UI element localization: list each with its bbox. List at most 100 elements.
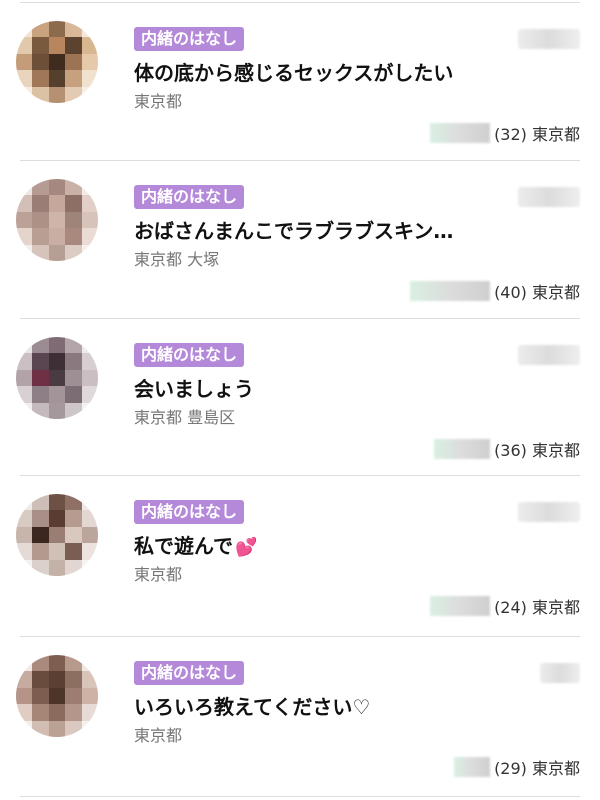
post-title[interactable]: 会いましょう — [134, 375, 574, 403]
category-badge: 内緒のはなし — [134, 500, 245, 524]
avatar-pixel — [81, 369, 98, 387]
avatar-pixel — [16, 543, 33, 560]
list-item[interactable]: 内緒のはなし いろいろ教えてください♡ 東京都 (29) 東京都 — [0, 637, 600, 794]
avatar-pixel — [65, 559, 82, 576]
avatar-pixel — [48, 369, 66, 387]
avatar-pixel — [32, 70, 49, 87]
avatar-pixel — [32, 228, 49, 245]
avatar-pixel — [65, 353, 82, 370]
avatar-pixel — [81, 720, 98, 737]
username-blurred — [410, 281, 491, 301]
avatar-pixel — [81, 244, 98, 261]
avatar-pixel — [81, 559, 98, 576]
avatar-pixel — [81, 179, 98, 196]
avatar-pixel — [48, 211, 66, 229]
avatar-pixel — [65, 402, 82, 419]
category-badge: 内緒のはなし — [134, 343, 245, 367]
avatar-pixel — [81, 510, 98, 527]
avatar-pixel — [48, 526, 66, 544]
avatar-pixel — [32, 720, 49, 737]
avatar-pixel — [81, 21, 98, 38]
avatar-pixel — [65, 720, 82, 737]
avatar-pixel — [32, 704, 49, 721]
list-item[interactable]: 内緒のはなし 私で遊んで 💕 東京都 (24) 東京都 — [0, 476, 600, 633]
avatar-pixel — [48, 21, 66, 38]
avatar-pixel — [48, 510, 66, 527]
post-title[interactable]: いろいろ教えてください♡ — [134, 693, 574, 721]
avatar-pixel — [65, 526, 82, 544]
post-title[interactable]: おばさんまんこでラブラブスキン… — [134, 217, 574, 245]
avatar-pixel — [65, 369, 82, 387]
avatar-pixel — [16, 687, 33, 705]
avatar-pixel — [32, 543, 49, 560]
list-item[interactable]: 内緒のはなし 会いましょう 東京都 豊島区 (36) 東京都 — [0, 319, 600, 476]
avatar-pixel — [32, 510, 49, 527]
avatar-pixel — [65, 337, 82, 354]
avatar-pixel — [32, 337, 49, 354]
avatar-pixel — [81, 386, 98, 403]
avatar-pixel — [32, 494, 49, 511]
avatar-pixel — [81, 86, 98, 103]
avatar-pixel — [48, 402, 66, 419]
timestamp-blurred — [518, 29, 580, 49]
avatar-pixel — [65, 704, 82, 721]
avatar-pixel — [16, 21, 33, 38]
avatar-pixel — [48, 559, 66, 576]
post-location: 東京都 — [134, 92, 183, 111]
avatar-pixel — [65, 671, 82, 688]
avatar-pixel — [65, 655, 82, 672]
avatar-pixel — [48, 86, 66, 103]
post-location: 東京都 豊島区 — [134, 408, 236, 427]
avatar-pixel — [16, 86, 33, 103]
avatar-pixel — [16, 195, 33, 212]
timestamp-blurred — [540, 663, 580, 683]
post-location: 東京都 — [134, 726, 183, 745]
avatar-pixel — [65, 70, 82, 87]
avatar-pixel — [32, 211, 49, 229]
avatar-pixel — [65, 543, 82, 560]
post-title[interactable]: 体の底から感じるセックスがしたい — [134, 59, 574, 87]
avatar-pixel — [81, 53, 98, 71]
avatar-pixel — [48, 687, 66, 705]
avatar-pixel — [32, 353, 49, 370]
username-blurred — [454, 757, 491, 777]
avatar-pixel — [16, 704, 33, 721]
poster-age-location: (36) 東京都 — [494, 441, 580, 460]
avatar-pixel — [32, 687, 49, 705]
post-title[interactable]: 私で遊んで 💕 — [134, 532, 574, 562]
avatar-pixel — [48, 244, 66, 261]
list-divider — [20, 796, 580, 797]
avatar-pixel — [32, 655, 49, 672]
list-item[interactable]: 内緒のはなし 体の底から感じるセックスがしたい 東京都 (32) 東京都 — [0, 3, 600, 160]
list-item[interactable]: 内緒のはなし おばさんまんこでラブラブスキン… 東京都 大塚 (40) 東京都 — [0, 161, 600, 318]
avatar[interactable] — [16, 179, 98, 261]
avatar-pixel — [81, 494, 98, 511]
avatar-pixel — [16, 526, 33, 544]
category-badge: 内緒のはなし — [134, 661, 245, 685]
avatar-pixel — [48, 37, 66, 54]
avatar-pixel — [65, 195, 82, 212]
avatar-pixel — [32, 195, 49, 212]
avatar[interactable] — [16, 21, 98, 103]
avatar[interactable] — [16, 655, 98, 737]
avatar-pixel — [81, 37, 98, 54]
avatar-pixel — [16, 244, 33, 261]
avatar-pixel — [16, 37, 33, 54]
avatar-pixel — [65, 386, 82, 403]
avatar[interactable] — [16, 337, 98, 419]
avatar-pixel — [16, 53, 33, 71]
avatar-pixel — [16, 70, 33, 87]
avatar-pixel — [48, 195, 66, 212]
poster-age-location: (24) 東京都 — [494, 598, 580, 617]
avatar-pixel — [48, 655, 66, 672]
username-blurred — [430, 596, 491, 616]
avatar[interactable] — [16, 494, 98, 576]
avatar-pixel — [81, 687, 98, 705]
avatar-pixel — [48, 337, 66, 354]
avatar-pixel — [16, 337, 33, 354]
avatar-pixel — [81, 543, 98, 560]
avatar-pixel — [81, 704, 98, 721]
avatar-pixel — [48, 494, 66, 511]
timestamp-blurred — [518, 502, 580, 522]
avatar-pixel — [65, 510, 82, 527]
